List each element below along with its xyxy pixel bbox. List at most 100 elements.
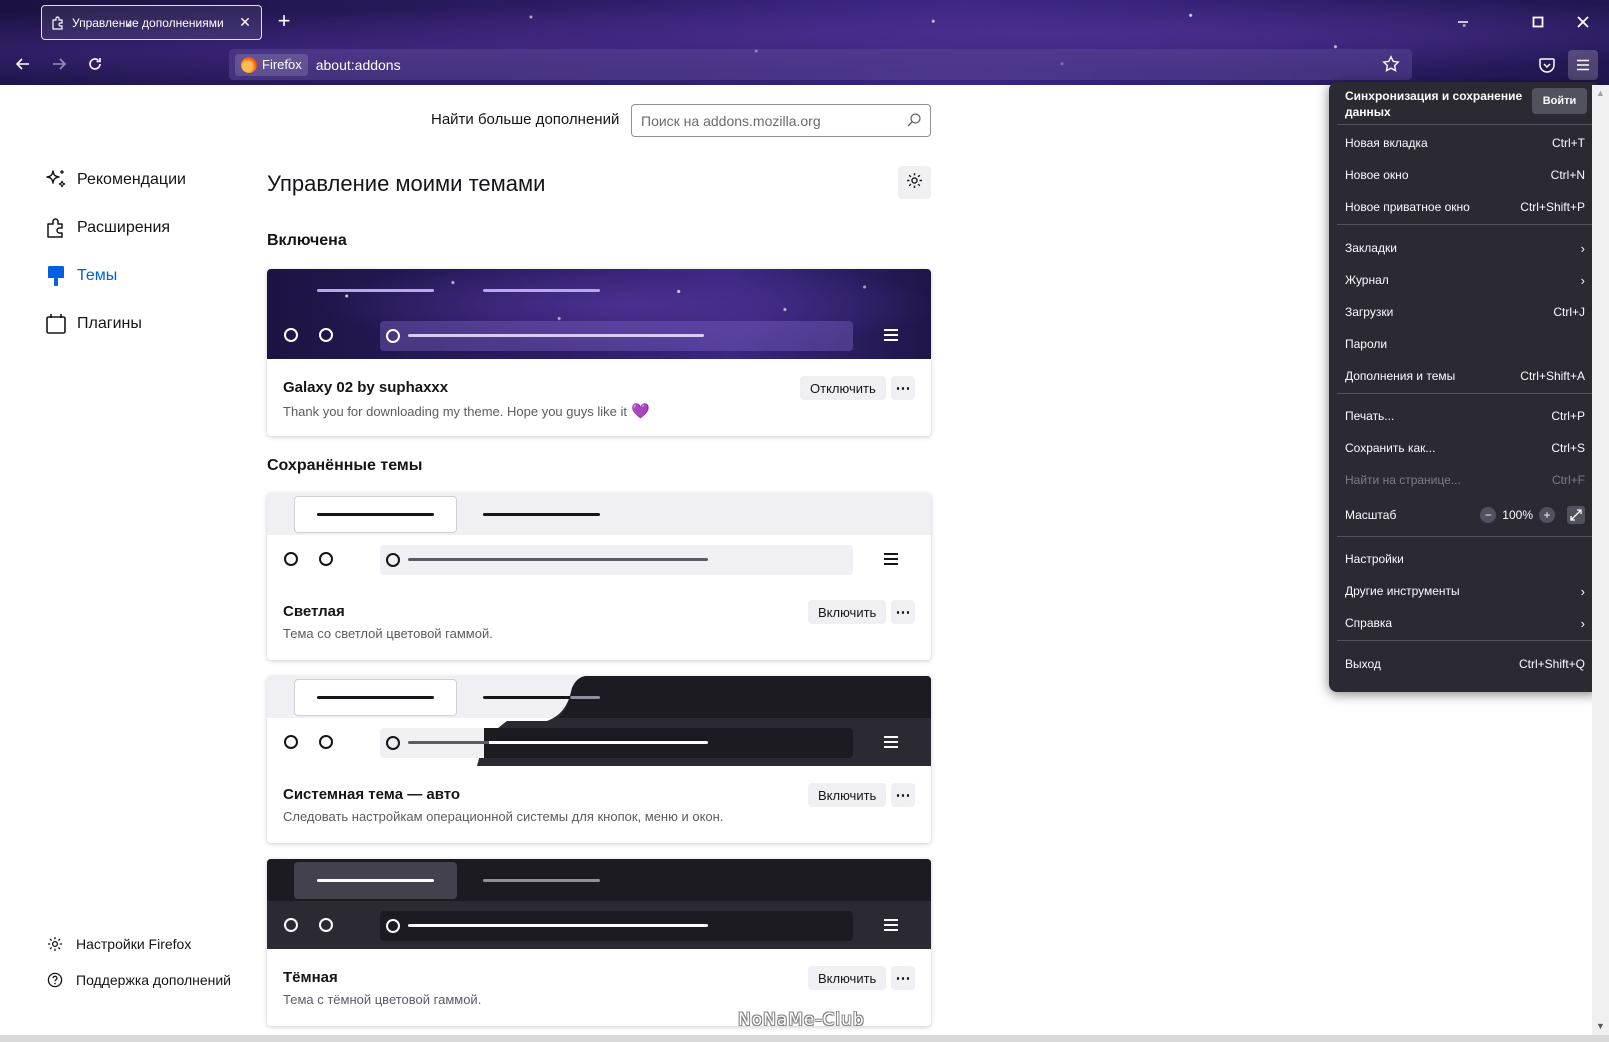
theme-card-body: Galaxy 02 by suphaxxx Thank you for down… [267, 359, 931, 436]
menu-item-passwords[interactable]: Пароли [1345, 334, 1585, 354]
back-button[interactable] [9, 50, 37, 78]
more-options-button[interactable]: ⋯ [891, 966, 915, 990]
plugin-icon [44, 312, 68, 336]
addons-support-label: Поддержка дополнений [76, 972, 231, 988]
zoom-out-button[interactable]: − [1480, 507, 1497, 523]
menu-item-new-tab[interactable]: Новая вкладка Ctrl+T [1345, 133, 1585, 153]
sidebar-item-plugins[interactable]: Плагины [44, 312, 142, 336]
preview-tab-line [317, 289, 434, 292]
preview-menu-icon [884, 329, 898, 341]
preview-urlbar [380, 321, 853, 351]
theme-description: Следовать настройкам операционной систем… [283, 809, 724, 824]
addons-search-input[interactable] [631, 104, 931, 137]
menu-separator [1337, 124, 1592, 125]
purple-heart-icon: 💜 [630, 403, 650, 420]
menu-item-addons-themes[interactable]: Дополнения и темы Ctrl+Shift+A [1345, 366, 1585, 386]
watermark-text: NoNaMe-Club [738, 1010, 865, 1030]
menu-item-bookmarks[interactable]: Закладки › [1345, 238, 1585, 258]
enable-theme-button[interactable]: Включить [808, 783, 887, 807]
preview-nav-circle [284, 328, 298, 342]
identity-label: Firefox [262, 57, 302, 72]
fullscreen-button[interactable] [1567, 506, 1585, 524]
gear-icon [46, 935, 64, 953]
chevron-right-icon: › [1580, 240, 1585, 256]
puzzle-icon [50, 15, 66, 31]
menu-item-help[interactable]: Справка › [1345, 613, 1585, 633]
tab-close-icon[interactable]: ✕ [237, 14, 253, 31]
menu-item-zoom: Масштаб − 100% + [1345, 505, 1585, 525]
firefox-settings-link[interactable]: Настройки Firefox [46, 935, 191, 953]
bookmark-star-icon[interactable] [1382, 55, 1400, 76]
minimize-button[interactable] [1440, 8, 1486, 36]
sign-in-button[interactable]: Войти [1532, 88, 1587, 114]
enabled-section-heading: Включена [267, 232, 347, 249]
horizontal-scrollbar[interactable] [0, 1035, 1609, 1042]
disable-theme-button[interactable]: Отключить [800, 376, 886, 400]
firefox-logo-icon [241, 56, 257, 73]
theme-preview-galaxy [267, 269, 931, 359]
page-title: Управление моими темами [267, 171, 546, 196]
scroll-down-arrow-icon[interactable]: ▼ [1592, 1018, 1609, 1035]
scroll-up-arrow-icon[interactable]: ▲ [1592, 85, 1609, 102]
back-arrow-icon [15, 58, 29, 70]
puzzle-icon [44, 216, 68, 240]
more-options-button[interactable]: ⋯ [891, 376, 915, 400]
more-options-button[interactable]: ⋯ [891, 783, 915, 807]
theme-description: Thank you for downloading my theme. Hope… [283, 403, 650, 420]
url-text[interactable]: about:addons [316, 57, 401, 73]
zoom-controls: − 100% + [1474, 506, 1585, 524]
vertical-scrollbar[interactable]: ▲ ▼ [1592, 85, 1609, 1035]
zoom-level[interactable]: 100% [1502, 508, 1533, 522]
menu-item-history[interactable]: Журнал › [1345, 270, 1585, 290]
menu-item-new-private-window[interactable]: Новое приватное окно Ctrl+Shift+P [1345, 197, 1585, 217]
theme-card-system-auto: Системная тема — авто Следовать настройк… [267, 676, 931, 843]
url-bar[interactable]: Firefox about:addons [229, 49, 1412, 80]
firefox-settings-label: Настройки Firefox [76, 936, 192, 952]
search-icon[interactable] [906, 112, 922, 128]
maximize-button[interactable] [1515, 8, 1561, 36]
menu-item-save-as[interactable]: Сохранить как... Ctrl+S [1345, 438, 1585, 458]
menu-item-more-tools[interactable]: Другие инструменты › [1345, 581, 1585, 601]
theme-preview-system-auto [267, 676, 931, 766]
menu-item-find-in-page[interactable]: Найти на странице... Ctrl+F [1345, 470, 1585, 490]
menu-item-print[interactable]: Печать... Ctrl+P [1345, 406, 1585, 426]
chevron-right-icon: › [1580, 583, 1585, 599]
paintbrush-icon [44, 264, 68, 288]
chevron-right-icon: › [1580, 272, 1585, 288]
sidebar-item-label: Темы [77, 267, 118, 284]
zoom-in-button[interactable]: + [1539, 507, 1555, 523]
new-tab-button[interactable]: + [273, 10, 295, 34]
preview-nav-circle [319, 328, 333, 342]
chevron-right-icon: › [1580, 615, 1585, 631]
sidebar-item-label: Плагины [77, 315, 142, 332]
sync-promo-text: Синхронизация и сохранение данных [1345, 89, 1523, 119]
addons-support-link[interactable]: Поддержка дополнений [46, 971, 231, 989]
identity-box[interactable]: Firefox [235, 53, 308, 76]
page-options-button[interactable] [898, 166, 931, 199]
forward-button[interactable] [45, 50, 73, 78]
fullscreen-icon [1570, 509, 1582, 521]
menu-item-downloads[interactable]: Загрузки Ctrl+J [1345, 302, 1585, 322]
forward-arrow-icon [53, 58, 67, 70]
browser-toolbar: Управление дополнениями ✕ + Firefox abou… [0, 0, 1609, 85]
menu-item-settings[interactable]: Настройки [1345, 549, 1585, 569]
sidebar-item-recommendations[interactable]: Рекомендации [44, 168, 186, 192]
sparkle-icon [44, 168, 68, 192]
pocket-button[interactable] [1533, 51, 1561, 79]
sidebar-item-extensions[interactable]: Расширения [44, 216, 170, 240]
menu-item-quit[interactable]: Выход Ctrl+Shift+Q [1345, 654, 1585, 674]
sidebar-item-label: Рекомендации [77, 171, 186, 188]
tab-addons-manager[interactable]: Управление дополнениями ✕ [41, 5, 262, 40]
reload-icon [89, 58, 101, 70]
app-menu-button[interactable] [1568, 50, 1598, 80]
sidebar-item-label: Расширения [77, 219, 171, 236]
gear-icon [906, 172, 923, 194]
enable-theme-button[interactable]: Включить [808, 966, 887, 990]
theme-description: Тема со светлой цветовой гаммой. [283, 626, 493, 641]
menu-item-new-window[interactable]: Новое окно Ctrl+N [1345, 165, 1585, 185]
more-options-button[interactable]: ⋯ [891, 600, 915, 624]
enable-theme-button[interactable]: Включить [808, 600, 887, 624]
close-window-button[interactable] [1560, 8, 1606, 36]
sidebar-item-themes[interactable]: Темы [44, 264, 117, 288]
reload-button[interactable] [81, 50, 109, 78]
